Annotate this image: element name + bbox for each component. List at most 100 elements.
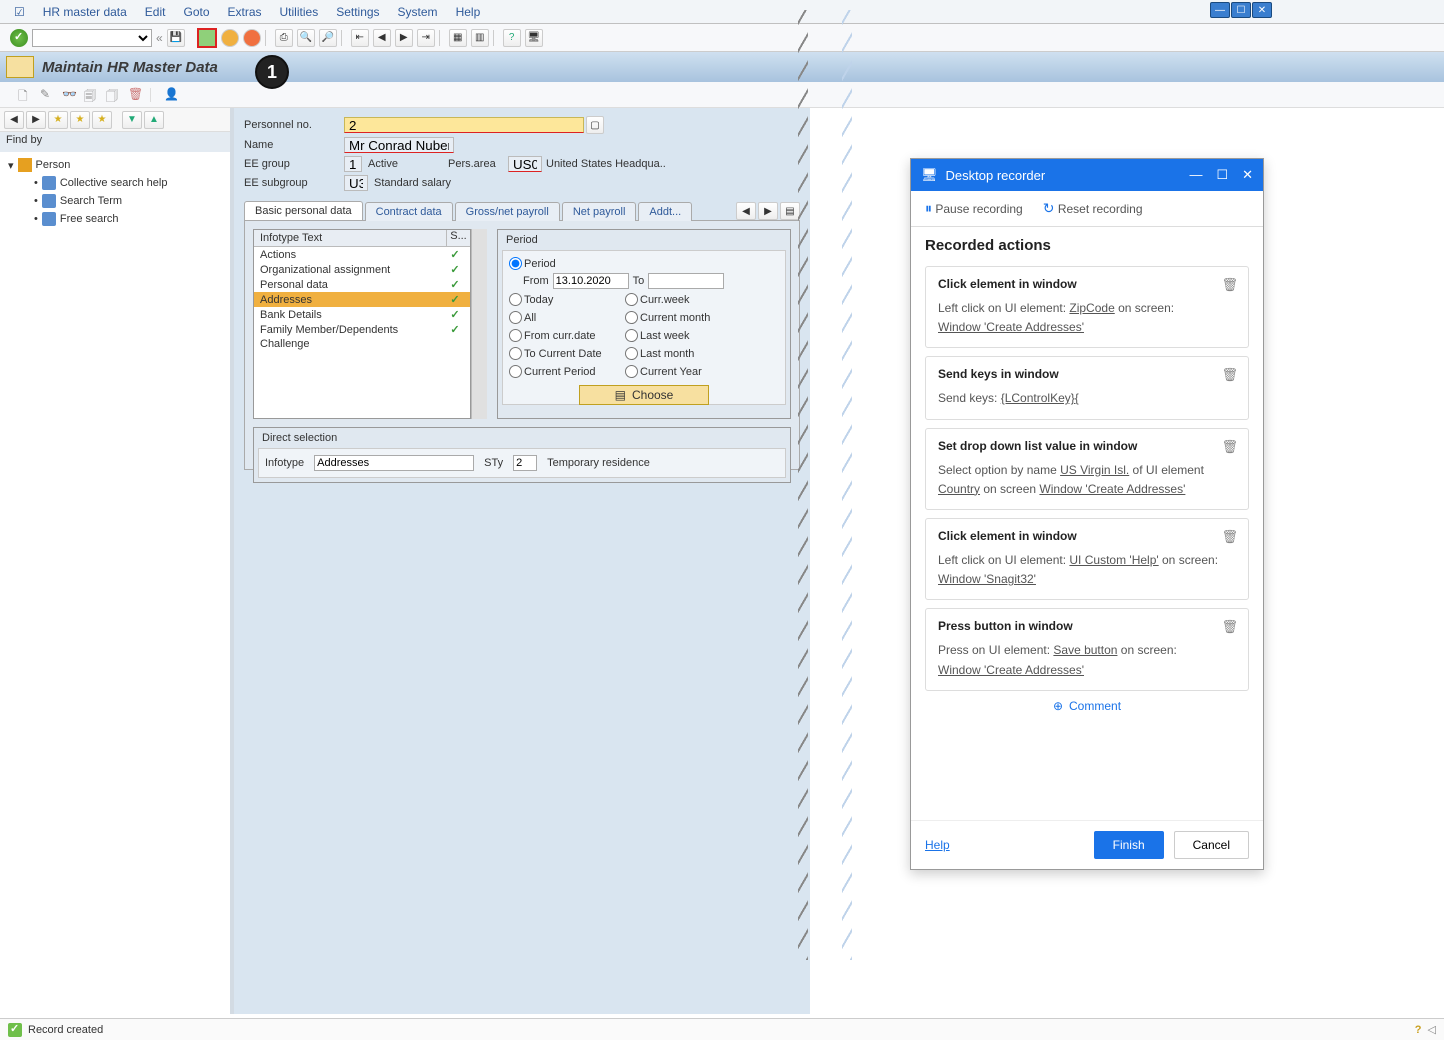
period-radio-right[interactable]: Last month	[625, 347, 735, 360]
delete-action-icon[interactable]: 🗑	[1221, 619, 1238, 635]
win-max-icon[interactable]: ☐	[1231, 2, 1251, 18]
period-radio-left[interactable]: From curr.date	[509, 329, 619, 342]
recorded-action[interactable]: Press button in window🗑Press on UI eleme…	[925, 608, 1249, 690]
menu-hrmaster[interactable]: HR master data	[35, 3, 135, 21]
tab-gross[interactable]: Gross/net payroll	[455, 202, 560, 221]
recorder-min-icon[interactable]: —	[1189, 167, 1202, 183]
recorder-titlebar[interactable]: 🖥 Desktop recorder — ☐ ✕	[911, 159, 1263, 191]
period-radio-right[interactable]: Curr.week	[625, 293, 735, 306]
nav-down-icon[interactable]: ▼	[122, 111, 142, 129]
delete-action-icon[interactable]: 🗑	[1221, 367, 1238, 383]
delete-action-icon[interactable]: 🗑	[1221, 439, 1238, 455]
col-status[interactable]: S...	[446, 230, 470, 246]
cancel-icon[interactable]	[243, 29, 261, 47]
tab-right-icon[interactable]: ▶	[758, 202, 778, 220]
pause-recording[interactable]: ⏸ Pause recording	[925, 200, 1023, 217]
period-radio-left[interactable]: All	[509, 311, 619, 324]
prev-icon[interactable]: ◀	[373, 29, 391, 47]
tree-freesearch[interactable]: • Free search	[34, 210, 222, 228]
delete-icon[interactable]: 🗑	[128, 87, 144, 103]
cancel-button[interactable]: Cancel	[1174, 831, 1249, 859]
tree-searchterm[interactable]: • Search Term	[34, 192, 222, 210]
menu-help[interactable]: Help	[448, 3, 489, 21]
infotype-row[interactable]: Family Member/Dependents✓	[254, 322, 470, 337]
copy-icon[interactable]: 🗐	[84, 87, 100, 103]
infotype-row[interactable]: Organizational assignment✓	[254, 262, 470, 277]
menu-extras[interactable]: Extras	[220, 3, 270, 21]
finish-button[interactable]: Finish	[1094, 831, 1164, 859]
help-icon[interactable]: ?	[503, 29, 521, 47]
infotype-row[interactable]: Addresses✓	[254, 292, 470, 307]
tab-net[interactable]: Net payroll	[562, 202, 637, 221]
save-icon[interactable]: 💾	[167, 29, 185, 47]
period-radio-right[interactable]: Last week	[625, 329, 735, 342]
tree-person[interactable]: ▾ Person	[8, 156, 222, 174]
recorded-action[interactable]: Send keys in window🗑Send keys: {LControl…	[925, 356, 1249, 419]
last-icon[interactable]: ⇥	[417, 29, 435, 47]
tree-collective[interactable]: • Collective search help	[34, 174, 222, 192]
recorder-close-icon[interactable]: ✕	[1242, 167, 1253, 183]
glasses-icon[interactable]: 👓	[62, 87, 78, 103]
sty-input[interactable]	[513, 455, 537, 471]
recorded-action[interactable]: Click element in window🗑Left click on UI…	[925, 266, 1249, 348]
menu-goto[interactable]: Goto	[175, 3, 217, 21]
tab-list-icon[interactable]: ▤	[780, 202, 800, 220]
recorder-help-link[interactable]: Help	[925, 838, 950, 852]
layout-icon[interactable]: 🖥	[525, 29, 543, 47]
col-infotype[interactable]: Infotype Text	[254, 230, 446, 246]
infotype-row[interactable]: Challenge	[254, 337, 470, 351]
pno-search-icon[interactable]: ▢	[586, 116, 604, 134]
infotype-row[interactable]: Actions✓	[254, 247, 470, 262]
menu-settings[interactable]: Settings	[328, 3, 387, 21]
infotype-row[interactable]: Bank Details✓	[254, 307, 470, 322]
radio-period[interactable]	[509, 257, 522, 270]
period-radio-left[interactable]: Current Period	[509, 365, 619, 378]
to-input[interactable]	[648, 273, 724, 289]
first-icon[interactable]: ⇤	[351, 29, 369, 47]
tab-contract[interactable]: Contract data	[365, 202, 453, 221]
win-close-icon[interactable]: ✕	[1252, 2, 1272, 18]
nav-star3-icon[interactable]: ★	[92, 111, 112, 129]
print-icon[interactable]: ⎙	[275, 29, 293, 47]
infotype-input[interactable]	[314, 455, 474, 471]
create-icon[interactable]: 🗋	[18, 87, 34, 103]
nav-up-icon[interactable]: ▲	[144, 111, 164, 129]
period-radio-left[interactable]: To Current Date	[509, 347, 619, 360]
status-help-icon[interactable]: ?	[1415, 1024, 1422, 1036]
nav-fwd-icon[interactable]: ▶	[26, 111, 46, 129]
period-radio-left[interactable]: Today	[509, 293, 619, 306]
add-comment[interactable]: ⊕ Comment	[925, 699, 1249, 713]
scrollbar[interactable]	[471, 229, 487, 419]
tab-basic[interactable]: Basic personal data	[244, 201, 363, 220]
menu-system[interactable]: System	[390, 3, 446, 21]
recorded-action[interactable]: Set drop down list value in window🗑Selec…	[925, 428, 1249, 510]
tab-left-icon[interactable]: ◀	[736, 202, 756, 220]
period-radio-right[interactable]: Current Year	[625, 365, 735, 378]
from-input[interactable]	[553, 273, 629, 289]
delete-action-icon[interactable]: 🗑	[1221, 529, 1238, 545]
findnext-icon[interactable]: 🔎	[319, 29, 337, 47]
enter-icon[interactable]	[10, 29, 28, 47]
shortcut-icon[interactable]: ▥	[471, 29, 489, 47]
infotype-row[interactable]: Personal data✓	[254, 277, 470, 292]
delete-action-icon[interactable]: 🗑	[1221, 277, 1238, 293]
menu-edit[interactable]: Edit	[137, 3, 174, 21]
next-icon[interactable]: ▶	[395, 29, 413, 47]
nav-star2-icon[interactable]: ★	[70, 111, 90, 129]
nav-back-icon[interactable]: ◀	[4, 111, 24, 129]
newsession-icon[interactable]: ▦	[449, 29, 467, 47]
exit-icon[interactable]	[221, 29, 239, 47]
nav-star1-icon[interactable]: ★	[48, 111, 68, 129]
find-icon[interactable]: 🔍	[297, 29, 315, 47]
pno-input[interactable]	[344, 117, 584, 133]
choose-button[interactable]: ▤ Choose	[579, 385, 709, 405]
period-radio-right[interactable]: Current month	[625, 311, 735, 324]
menu-utilities[interactable]: Utilities	[272, 3, 327, 21]
status-arrow-icon[interactable]: ◁	[1428, 1023, 1436, 1036]
reset-recording[interactable]: ↻ Reset recording	[1043, 200, 1143, 217]
back-button-highlighted[interactable]	[197, 28, 217, 48]
edit-icon[interactable]: ✎	[40, 87, 56, 103]
delimit-icon[interactable]: 🗍	[106, 87, 122, 103]
recorder-max-icon[interactable]: ☐	[1216, 167, 1228, 183]
overview-icon[interactable]: 👤	[164, 87, 180, 103]
